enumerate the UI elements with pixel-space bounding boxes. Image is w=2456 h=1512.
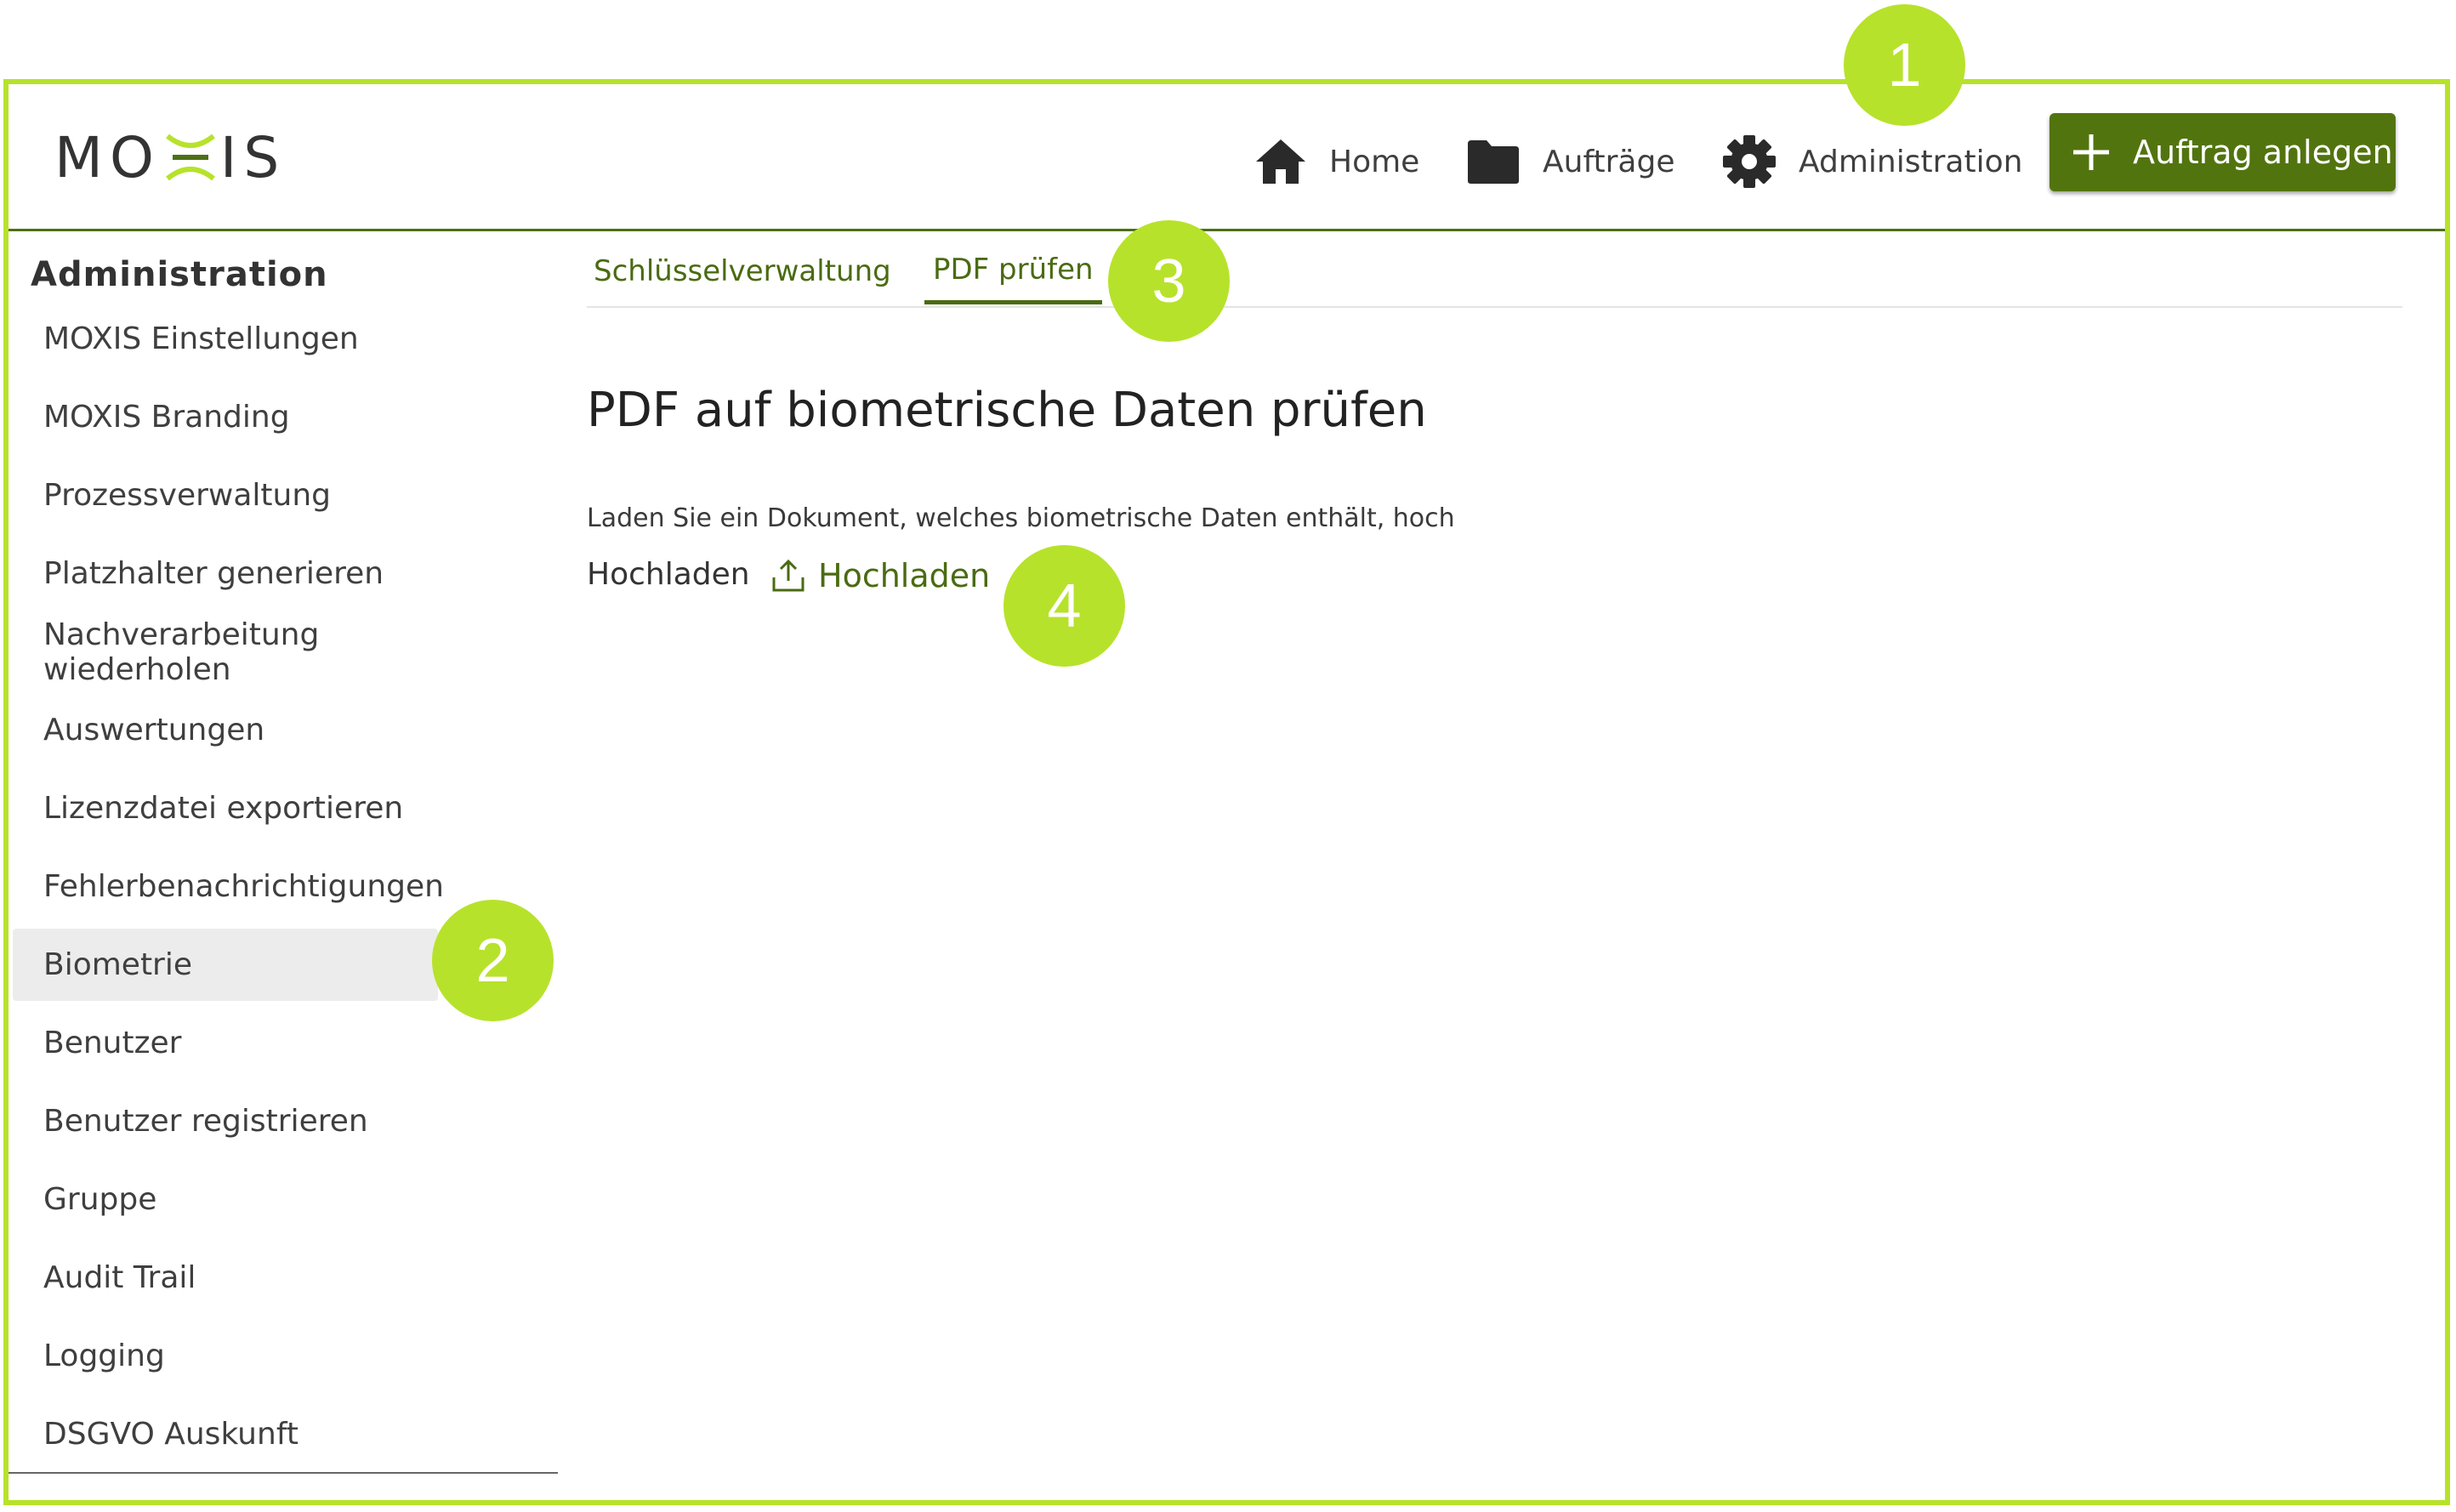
- sidebar-divider: [9, 1472, 558, 1474]
- nav-administration[interactable]: Administration: [1722, 127, 2022, 196]
- folder-icon: [1468, 140, 1519, 184]
- sidebar-item-moxis-branding[interactable]: MOXIS Branding: [13, 381, 438, 453]
- sidebar-item-dsgvo[interactable]: DSGVO Auskunft: [13, 1398, 438, 1470]
- sidebar-item-moxis-einstellungen[interactable]: MOXIS Einstellungen: [13, 303, 438, 375]
- sidebar-item-lizenzdatei[interactable]: Lizenzdatei exportieren: [13, 772, 438, 844]
- upload-button[interactable]: Hochladen: [770, 557, 990, 594]
- sidebar-item-benutzer[interactable]: Benutzer: [13, 1007, 438, 1079]
- sidebar-item-biometrie[interactable]: Biometrie: [13, 929, 438, 1001]
- upload-icon: [772, 559, 804, 592]
- nav-home[interactable]: Home: [1254, 127, 1419, 196]
- logo-text-right: IS: [219, 124, 287, 190]
- sidebar-item-logging[interactable]: Logging: [13, 1320, 438, 1392]
- upload-field-label: Hochladen: [587, 557, 750, 592]
- logo-text-left: MO: [54, 124, 161, 190]
- create-order-label: Auftrag anlegen: [2133, 134, 2393, 171]
- annotation-badge-4: 4: [1003, 545, 1125, 667]
- upload-button-label: Hochladen: [818, 557, 991, 594]
- sidebar-item-auswertungen[interactable]: Auswertungen: [13, 694, 438, 766]
- admin-sidebar: Administration MOXIS Einstellungen MOXIS…: [9, 231, 558, 1476]
- tab-bar: Schlüsselverwaltung PDF prüfen: [587, 231, 2402, 308]
- tab-pdf-pruefen[interactable]: PDF prüfen: [924, 238, 1102, 304]
- sidebar-item-fehlerbenachrichtigungen[interactable]: Fehlerbenachrichtigungen: [13, 850, 444, 923]
- top-bar: MO IS Home Aufträge Administration Auftr…: [9, 84, 2445, 231]
- nav-orders-label: Aufträge: [1543, 144, 1675, 179]
- create-order-button[interactable]: Auftrag anlegen: [2050, 113, 2396, 191]
- nav-home-label: Home: [1329, 144, 1420, 179]
- annotation-badge-3: 3: [1108, 220, 1230, 342]
- moxis-logo[interactable]: MO IS: [54, 122, 286, 193]
- sidebar-item-benutzer-registrieren[interactable]: Benutzer registrieren: [13, 1085, 438, 1157]
- tab-schluesselverwaltung[interactable]: Schlüsselverwaltung: [594, 238, 891, 304]
- sidebar-item-nachverarbeitung[interactable]: Nachverarbeitung wiederholen: [13, 616, 438, 688]
- page-title: PDF auf biometrische Daten prüfen: [587, 383, 1427, 438]
- annotation-badge-2: 2: [432, 900, 554, 1021]
- gear-icon: [1723, 135, 1776, 188]
- sidebar-title: Administration: [31, 255, 328, 294]
- nav-administration-label: Administration: [1799, 144, 2023, 179]
- moxis-x-icon: [166, 134, 215, 181]
- sidebar-item-audit-trail[interactable]: Audit Trail: [13, 1242, 438, 1314]
- home-icon: [1256, 139, 1305, 184]
- sidebar-item-prozessverwaltung[interactable]: Prozessverwaltung: [13, 459, 438, 531]
- plus-icon: [2073, 134, 2109, 170]
- nav-orders[interactable]: Aufträge: [1466, 127, 1674, 196]
- page-description: Laden Sie ein Dokument, welches biometri…: [587, 503, 1455, 533]
- annotation-badge-1: 1: [1844, 4, 1965, 126]
- sidebar-item-gruppe[interactable]: Gruppe: [13, 1163, 438, 1236]
- sidebar-item-platzhalter[interactable]: Platzhalter generieren: [13, 537, 438, 610]
